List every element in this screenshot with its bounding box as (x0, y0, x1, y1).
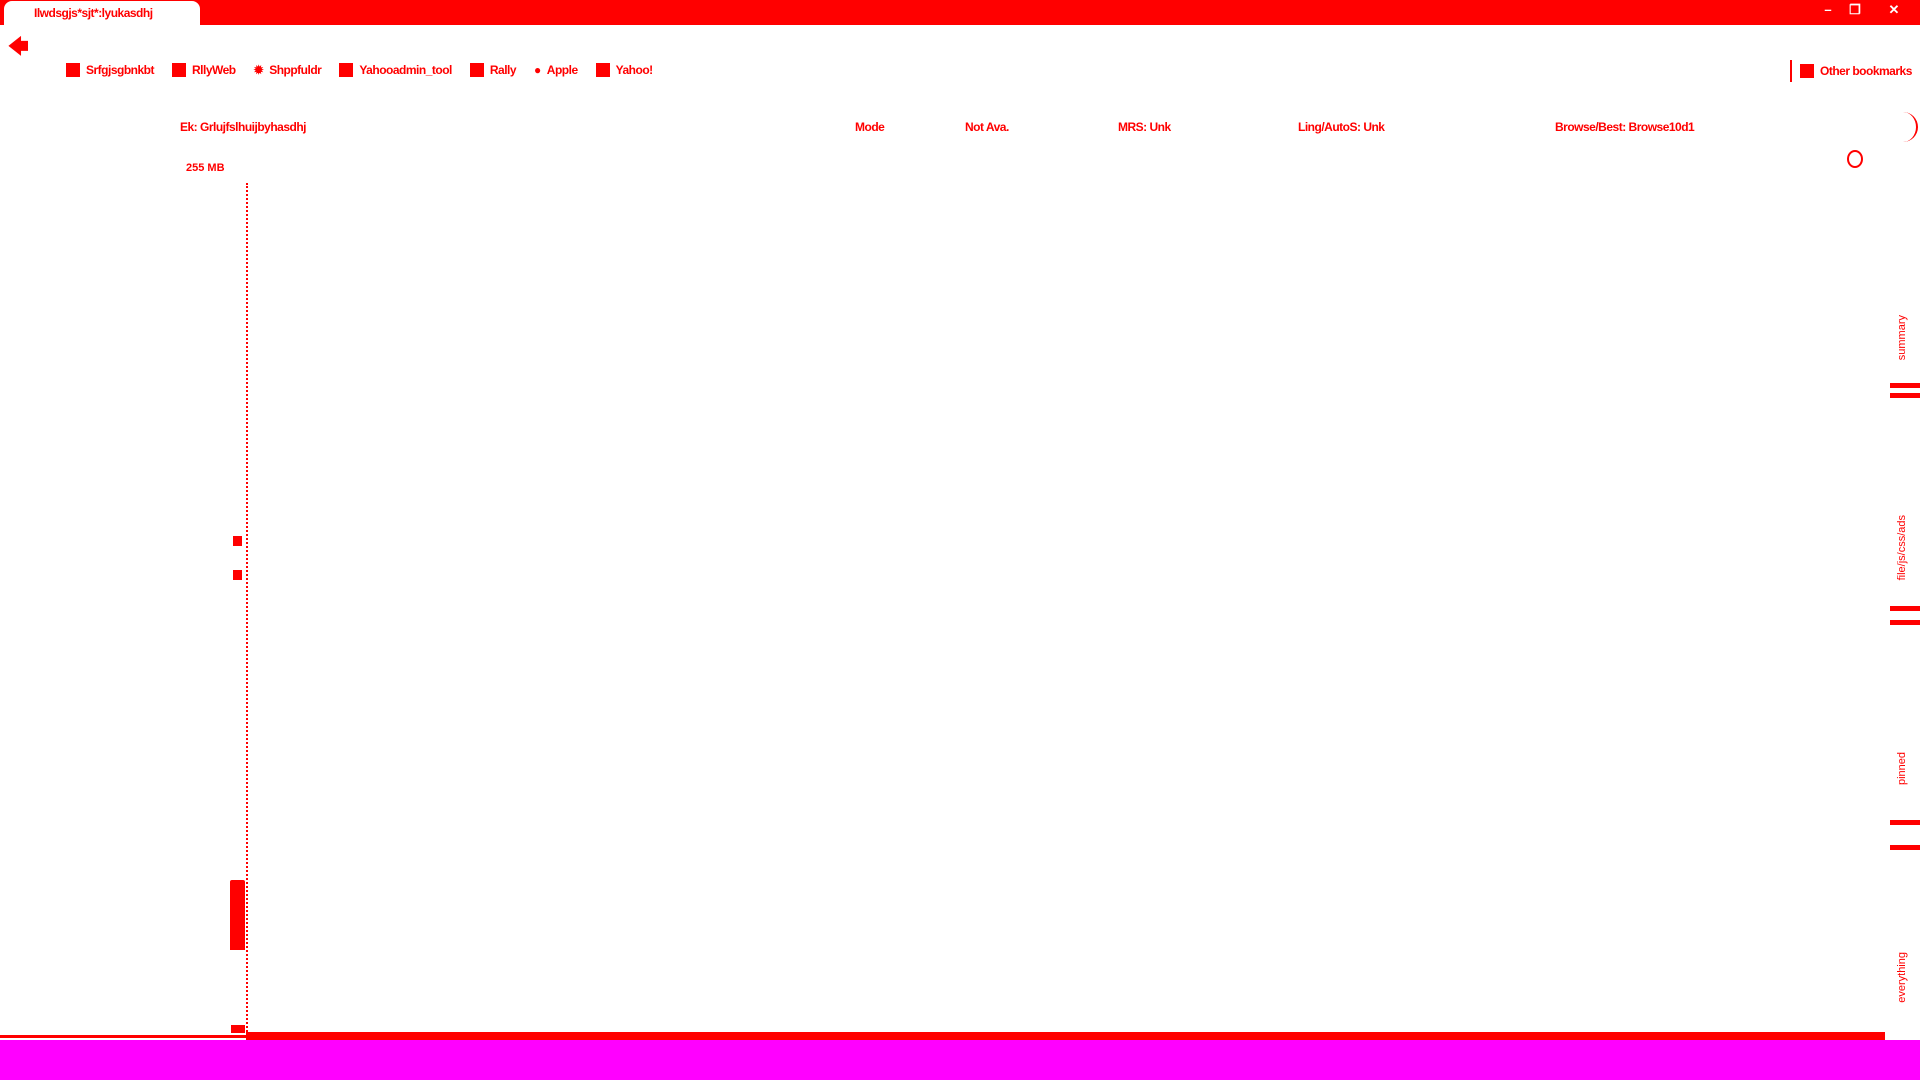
timeline-axis (246, 183, 248, 1035)
side-tab-everything[interactable]: everything (1896, 952, 1908, 1003)
puzzle-icon (66, 63, 80, 77)
memory-label: 255 MB (186, 162, 225, 174)
timer-icon[interactable] (1847, 150, 1863, 168)
memory-bar (231, 1025, 245, 1033)
page-icon (339, 63, 354, 77)
bookmarks-bar: Srfgjsgbnkbt RllyWeb ✹ Shppfuldr Yahooadm… (66, 60, 653, 80)
folder-icon (1800, 64, 1814, 78)
availability-label: Not Ava. (965, 120, 1009, 134)
side-tab-divider (1890, 820, 1920, 825)
gear-icon: ✹ (253, 63, 264, 77)
title-bar (0, 0, 1920, 25)
other-bookmarks[interactable]: Other bookmarks (1790, 60, 1912, 82)
mrs-label: MRS: Unk (1118, 120, 1171, 134)
memory-bar (230, 880, 245, 950)
event-marker (233, 570, 242, 580)
bookmark[interactable]: RllyWeb (172, 63, 236, 77)
page-icon (469, 63, 484, 77)
ling-label: Ling/AutoS: Unk (1298, 120, 1385, 134)
back-arrow-icon[interactable]: 🡄 (8, 32, 29, 66)
timeline-bar (246, 1032, 1885, 1040)
side-tab-divider (1890, 845, 1920, 850)
maximize-button[interactable]: ❐ (1845, 2, 1865, 18)
apple-icon: ● (534, 63, 541, 77)
browse-label: Browse/Best: Browse10d1 (1555, 120, 1695, 134)
side-tab-divider (1890, 383, 1920, 388)
bookmark[interactable]: Yahoo! (595, 63, 653, 77)
page-icon (172, 63, 186, 77)
bookmark[interactable]: ✹ Shppfuldr (254, 63, 322, 77)
close-button[interactable]: ✕ (1884, 2, 1904, 18)
side-tab-divider (1890, 606, 1920, 611)
side-tab-divider (1890, 620, 1920, 625)
side-tab-summary[interactable]: summary (1896, 315, 1908, 360)
minimize-button[interactable]: – (1818, 2, 1838, 17)
bookmark[interactable]: ● Apple (534, 63, 578, 77)
mode-label: Mode (855, 120, 885, 134)
baseline (0, 1035, 246, 1038)
status-bar (0, 1040, 1920, 1080)
bookmark[interactable]: Yahooadmin_tool (339, 63, 452, 77)
page-title: Ek: Grlujfslhuijbyhasdhj (180, 120, 307, 134)
side-tab-pinned[interactable]: pinned (1896, 752, 1908, 785)
page-icon (595, 63, 610, 77)
side-tab-divider (1890, 393, 1920, 398)
browser-tab[interactable]: Ilwdsgjs*sjt*:lyukasdhj (4, 1, 200, 25)
bookmark[interactable]: Srfgjsgbnkbt (66, 63, 155, 77)
bookmark[interactable]: Rally (469, 63, 517, 77)
event-marker (233, 536, 242, 546)
scroll-arc-icon (1898, 112, 1918, 142)
side-tab-files[interactable]: file/js/css/ads (1896, 515, 1908, 580)
